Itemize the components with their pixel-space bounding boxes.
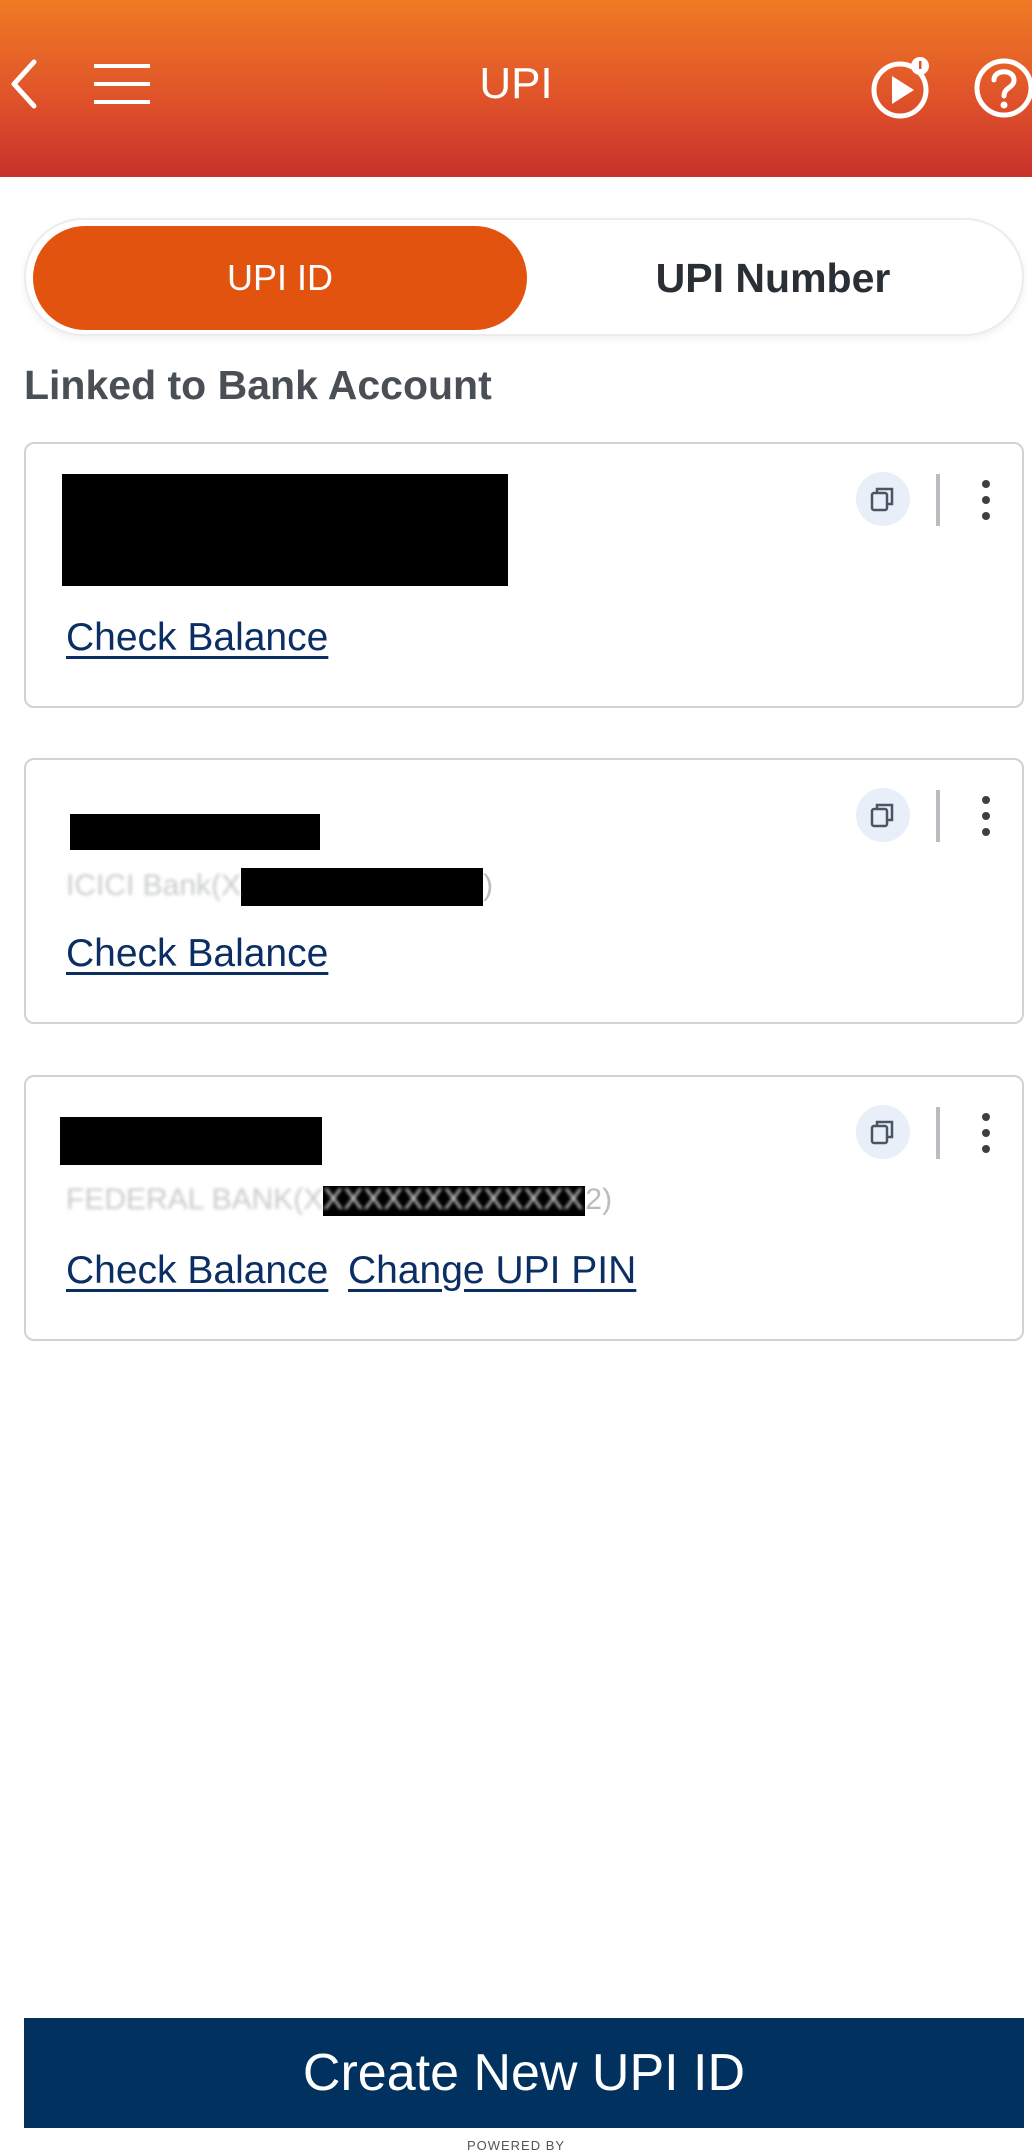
redacted-upi-id: [60, 1117, 322, 1165]
redacted-upi-id: [62, 474, 508, 586]
check-balance-link[interactable]: Check Balance: [66, 932, 328, 976]
check-balance-link[interactable]: Check Balance: [66, 1249, 328, 1293]
tab-upi-id[interactable]: UPI ID: [33, 226, 527, 330]
change-upi-pin-link[interactable]: Change UPI PIN: [348, 1249, 636, 1293]
divider: [936, 790, 940, 842]
account-number: ICICI Bank(X): [66, 868, 493, 906]
help-question-icon: [974, 58, 1032, 118]
upi-type-toggle: UPI ID UPI Number: [24, 218, 1024, 336]
redacted-upi-id: [70, 814, 320, 850]
check-balance-link[interactable]: Check Balance: [66, 616, 328, 660]
copy-button[interactable]: [856, 1105, 910, 1159]
copy-button[interactable]: [856, 472, 910, 526]
divider: [936, 1107, 940, 1159]
powered-by-label: POWERED BY: [466, 2138, 566, 2153]
copy-button[interactable]: [856, 788, 910, 842]
app-header: UPI: [0, 0, 1032, 177]
video-tutorial-button[interactable]: [870, 56, 934, 120]
video-tutorial-icon: [871, 57, 929, 119]
upi-id-card: Check Balance: [24, 442, 1024, 708]
create-new-upi-id-button[interactable]: Create New UPI ID: [24, 2018, 1024, 2128]
upi-id-card: FEDERAL BANK(XXXXXXXXXXXXXX2) Check Bala…: [24, 1075, 1024, 1341]
copy-icon: [870, 803, 894, 828]
tab-upi-number[interactable]: UPI Number: [526, 226, 1020, 330]
more-options-icon[interactable]: [972, 1109, 1000, 1157]
divider: [936, 474, 940, 526]
upi-id-card: ICICI Bank(X) Check Balance: [24, 758, 1024, 1024]
more-options-icon[interactable]: [972, 476, 1000, 524]
redacted-account: [241, 868, 484, 906]
section-title: Linked to Bank Account: [24, 362, 492, 408]
copy-icon: [870, 1120, 894, 1145]
help-button[interactable]: [970, 56, 1032, 120]
account-number: FEDERAL BANK(XXXXXXXXXXXXXX2): [66, 1183, 613, 1217]
copy-icon: [870, 487, 894, 512]
more-options-icon[interactable]: [972, 792, 1000, 840]
